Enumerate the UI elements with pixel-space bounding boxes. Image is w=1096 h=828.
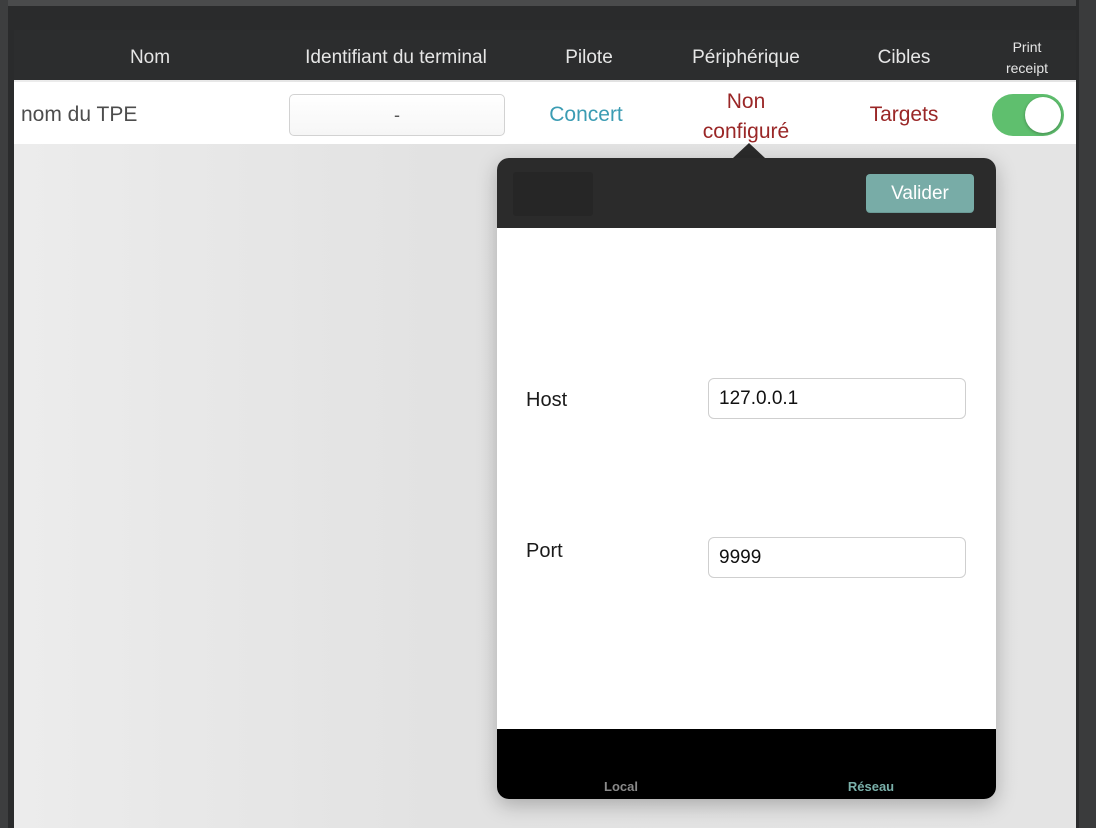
device-config-popover: Valider Host Port Local Réseau	[497, 158, 996, 799]
popover-header: Valider	[497, 158, 996, 228]
device-link-line1: Non	[726, 90, 766, 113]
terminal-name: nom du TPE	[21, 103, 138, 126]
port-input[interactable]	[708, 537, 966, 578]
popover-tab-bar: Local Réseau	[497, 729, 996, 799]
column-header-device: Périphérique	[692, 47, 800, 68]
popover-body: Host Port	[497, 228, 996, 729]
terminal-id-value: -	[394, 104, 400, 125]
app-window: Nom Identifiant du terminal Pilote Périp…	[0, 0, 1096, 828]
column-header-terminal-id: Identifiant du terminal	[305, 47, 487, 68]
device-link[interactable]: Non configuré	[682, 86, 810, 148]
host-input[interactable]	[708, 378, 966, 419]
toggle-knob	[1025, 97, 1061, 133]
tab-network[interactable]: Réseau	[811, 779, 931, 794]
pilot-link[interactable]: Concert	[534, 82, 638, 148]
window-left-border	[0, 0, 8, 828]
window-right-border-inner	[1076, 0, 1079, 828]
table-row: nom du TPE - Concert Non configuré Targe…	[14, 82, 1076, 144]
tab-local[interactable]: Local	[561, 779, 681, 794]
window-right-border	[1076, 0, 1096, 828]
table-header: Nom Identifiant du terminal Pilote Périp…	[14, 30, 1076, 80]
column-header-name: Nom	[129, 47, 171, 68]
popover-arrow	[733, 143, 765, 158]
port-label: Port	[526, 540, 563, 562]
popover-header-shadow	[513, 172, 593, 216]
column-header-print-receipt: Print receipt	[984, 36, 1070, 80]
column-header-print-receipt-line1: Print	[1012, 39, 1042, 55]
column-header-pilot: Pilote	[565, 47, 613, 68]
targets-link[interactable]: Targets	[854, 82, 954, 148]
window-top-border	[0, 0, 1096, 6]
validate-button[interactable]: Valider	[866, 174, 974, 213]
column-header-targets: Cibles	[877, 47, 931, 68]
print-receipt-toggle[interactable]	[992, 94, 1064, 136]
host-label: Host	[526, 389, 568, 411]
column-header-print-receipt-line2: receipt	[1005, 60, 1049, 76]
terminal-id-field[interactable]: -	[289, 94, 505, 136]
